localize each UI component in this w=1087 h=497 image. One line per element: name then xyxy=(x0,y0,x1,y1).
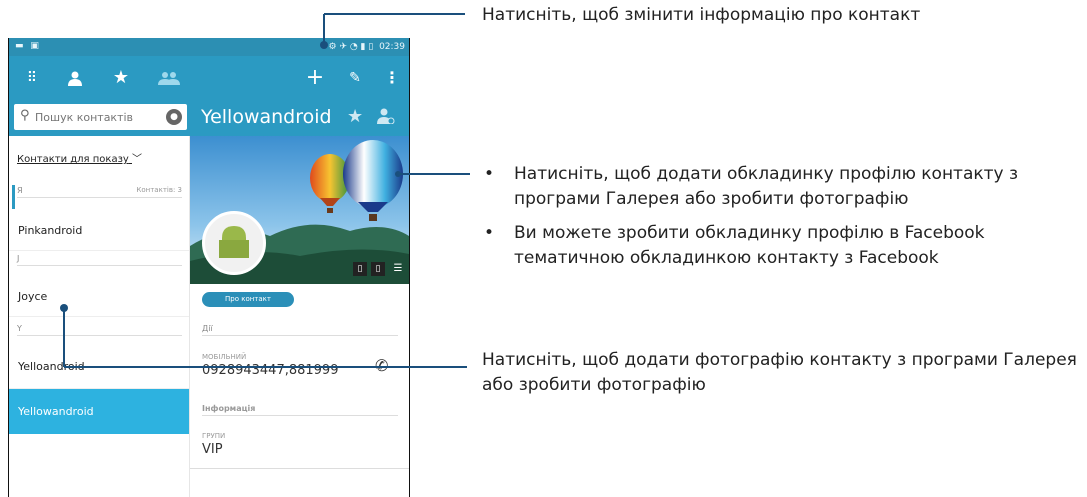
info-section-header: Інформація xyxy=(202,404,398,416)
search-box[interactable]: ⚲ ● xyxy=(14,104,187,130)
callout-cover-text-1: Натисніть, щоб додати обкладинку профілю… xyxy=(514,164,1019,209)
contact-settings-icon[interactable] xyxy=(377,108,395,128)
list-item-label: Pinkandroid xyxy=(18,224,83,237)
status-right: ⚙ ✈ ◔ ▮ ▯ 02:39 xyxy=(328,42,405,52)
list-item-label: Yelloandroid xyxy=(18,360,85,373)
section-letter: Y xyxy=(17,324,22,333)
camera-icon[interactable]: ▯ xyxy=(371,262,385,276)
list-item[interactable]: Yelloandroid xyxy=(9,346,189,389)
divider xyxy=(190,468,409,469)
status-time: 02:39 xyxy=(379,42,405,52)
mic-icon[interactable]: ● xyxy=(166,109,182,125)
edit-icon[interactable]: ✎ xyxy=(344,56,366,100)
list-item-label: Joyce xyxy=(18,290,48,303)
search-icon: ⚲ xyxy=(20,108,30,123)
phone-icon[interactable]: ✆ xyxy=(375,356,388,375)
add-icon[interactable]: + xyxy=(304,56,326,100)
scroll-indicator[interactable] xyxy=(12,185,15,209)
groups-value: VIP xyxy=(202,442,223,457)
section-header: Y xyxy=(17,324,182,336)
mobile-number[interactable]: 0928943447,881999 xyxy=(202,363,338,378)
list-item-selected[interactable]: Yellowandroid xyxy=(9,389,189,434)
bullet-icon: • xyxy=(484,164,495,184)
phone-screen: ▬ ▣ ⚙ ✈ ◔ ▮ ▯ 02:39 ⠿ ★ + ✎ ⋮ ⚲ ● Yellow… xyxy=(8,38,410,497)
callout-cover-text-2: Ви можете зробити обкладинку профілю в F… xyxy=(514,223,985,268)
callout-cover-bullet-1: • Натисніть, щоб додати обкладинку профіл… xyxy=(484,162,1084,212)
dialpad-icon[interactable]: ⠿ xyxy=(21,56,43,100)
contact-name: Yellowandroid xyxy=(201,106,332,128)
section-header: Я Контактів: 3 xyxy=(17,186,182,198)
person-icon[interactable] xyxy=(64,56,86,100)
cover-photo[interactable]: ▯ ▯ ☰ xyxy=(190,136,409,284)
list-item[interactable]: Pinkandroid xyxy=(9,210,189,251)
section-letter: J xyxy=(17,254,20,263)
contact-details: Про контакт Дії МОБІЛЬНИЙ 0928943447,881… xyxy=(190,284,409,497)
contacts-filter-label: Контакти для показу xyxy=(17,154,129,165)
section-header: J xyxy=(17,254,182,266)
star-icon[interactable]: ★ xyxy=(110,56,132,100)
bullet-icon: • xyxy=(484,223,495,243)
list-item-label: Yellowandroid xyxy=(18,405,94,418)
notification-icons: ▬ ▣ xyxy=(15,41,41,51)
contact-count: Контактів: 3 xyxy=(136,186,182,194)
contact-list: Контакти для показу ﹀ Я Контактів: 3 Pink… xyxy=(9,136,190,497)
list-item[interactable]: Joyce xyxy=(9,276,189,317)
groups-label: ГРУПИ xyxy=(202,432,226,440)
mobile-label: МОБІЛЬНИЙ xyxy=(202,353,247,361)
contact-photo[interactable] xyxy=(202,211,266,275)
search-input[interactable] xyxy=(35,108,160,126)
cover-options-icon[interactable]: ☰ xyxy=(390,262,406,276)
android-avatar-icon xyxy=(219,226,249,258)
about-contact-button[interactable]: Про контакт xyxy=(202,292,294,307)
actions-section-header: Дії xyxy=(202,324,398,336)
status-bar: ▬ ▣ ⚙ ✈ ◔ ▮ ▯ 02:39 xyxy=(9,38,409,56)
overflow-menu-icon[interactable]: ⋮ xyxy=(384,56,400,100)
callout-edit-contact: Натисніть, щоб змінити інформацію про ко… xyxy=(482,5,921,25)
chevron-down-icon: ﹀ xyxy=(132,154,142,165)
groups-icon[interactable] xyxy=(155,56,183,100)
contacts-filter[interactable]: Контакти для показу ﹀ xyxy=(17,150,142,165)
action-bar: ⠿ ★ + ✎ ⋮ xyxy=(9,56,409,100)
callout-contact-photo: Натисніть, щоб додати фотографію контакт… xyxy=(482,350,1077,395)
section-letter: Я xyxy=(17,186,23,195)
gallery-icon[interactable]: ▯ xyxy=(353,262,367,276)
favorite-star-icon[interactable]: ★ xyxy=(347,106,363,127)
callout-cover-bullet-2: • Ви можете зробити обкладинку профілю в … xyxy=(484,221,1084,271)
